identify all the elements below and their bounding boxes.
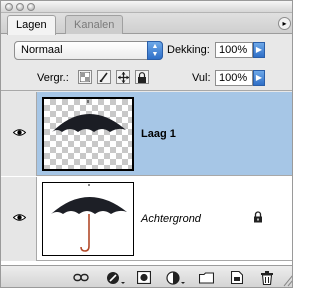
fill-slider-button[interactable]: ▶ — [253, 70, 265, 86]
visibility-column — [1, 92, 37, 176]
lock-icon — [254, 211, 262, 223]
layers-panel: Lagen Kanalen ▸ Normaal ▲ ▼ Dekking: 100%… — [0, 0, 293, 288]
fill-label: Vul: — [192, 72, 211, 84]
layer-name-laag-1[interactable]: Laag 1 — [141, 128, 176, 140]
mask-icon — [137, 271, 151, 284]
folder-icon — [198, 271, 214, 284]
layer-thumbnail-achtergrond — [42, 182, 134, 256]
delete-layer-button[interactable] — [259, 269, 275, 286]
visibility-column — [1, 177, 37, 261]
lock-position-button[interactable] — [116, 70, 130, 84]
layers-bottom-toolbar — [1, 265, 292, 287]
link-icon — [73, 273, 89, 282]
fill-input[interactable]: 100% — [215, 70, 253, 86]
add-layer-mask-button[interactable] — [135, 269, 153, 286]
new-group-button[interactable] — [197, 269, 215, 286]
move-arrows-icon — [117, 71, 129, 83]
umbrella-image — [51, 184, 127, 252]
triangle-right-icon: ▸ — [282, 19, 287, 28]
zoom-window-button[interactable] — [27, 3, 35, 11]
blend-mode-value: Normaal — [21, 44, 63, 56]
adjustment-circle-icon — [166, 270, 185, 285]
tab-strip: Lagen Kanalen ▸ — [1, 13, 292, 35]
checkerboard-icon — [80, 72, 90, 82]
layer-name-achtergrond[interactable]: Achtergrond — [141, 213, 201, 225]
layer-thumbnail-laag-1 — [42, 97, 134, 171]
close-window-button[interactable] — [5, 3, 13, 11]
title-bar — [1, 1, 292, 13]
lock-transparency-button[interactable] — [78, 70, 92, 84]
eye-icon[interactable] — [13, 128, 26, 137]
opacity-label: Dekking: — [167, 44, 210, 56]
tab-kanalen[interactable]: Kanalen — [65, 15, 124, 34]
layer-row-laag-1[interactable]: Laag 1 — [1, 92, 292, 176]
minimize-window-button[interactable] — [16, 3, 24, 11]
new-layer-button[interactable] — [229, 269, 245, 286]
trash-icon — [261, 270, 273, 285]
brush-icon — [99, 72, 108, 82]
link-layers-button[interactable] — [71, 269, 91, 286]
lock-options-row: Vergr.: Vul: 100% ▶ — [1, 65, 292, 91]
triangle-right-icon: ▶ — [255, 45, 263, 54]
layer-row-achtergrond[interactable]: Achtergrond — [1, 177, 292, 261]
lock-all-button[interactable] — [135, 70, 149, 84]
layer-style-button[interactable] — [105, 269, 127, 286]
resize-grip[interactable] — [280, 269, 292, 287]
fx-icon — [107, 271, 125, 284]
umbrella-canopy-image — [52, 100, 126, 132]
resize-grip-icon — [283, 275, 292, 287]
tab-lagen[interactable]: Lagen — [7, 15, 56, 35]
opacity-input[interactable]: 100% — [215, 42, 253, 58]
adjustment-layer-button[interactable] — [165, 269, 187, 286]
panel-menu-button[interactable]: ▸ — [278, 17, 291, 30]
blend-mode-select[interactable]: Normaal ▲ ▼ — [14, 41, 163, 60]
opacity-slider-button[interactable]: ▶ — [253, 42, 265, 58]
lock-icon — [138, 71, 146, 83]
lock-image-pixels-button[interactable] — [97, 70, 111, 84]
blend-options-row: Normaal ▲ ▼ Dekking: 100% ▶ — [1, 35, 292, 65]
layers-list: Laag 1 Achtergrond — [1, 92, 292, 265]
up-down-arrows-icon: ▲ ▼ — [147, 41, 163, 60]
eye-icon[interactable] — [13, 213, 26, 222]
lock-label: Vergr.: — [37, 72, 69, 84]
new-page-icon — [231, 271, 243, 284]
triangle-right-icon: ▶ — [255, 73, 263, 82]
